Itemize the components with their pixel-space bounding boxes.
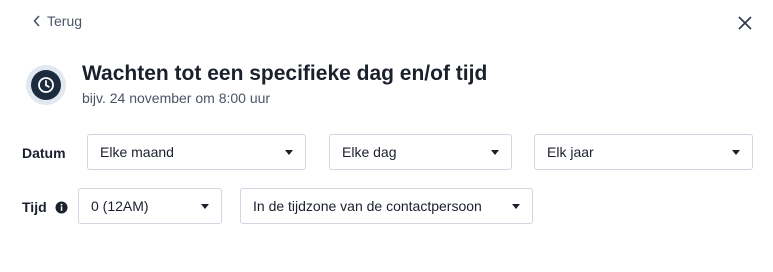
caret-down-icon: [201, 203, 209, 209]
clock-icon-badge: [26, 65, 66, 105]
timezone-select-value: In de tijdzone van de contactpersoon: [253, 198, 482, 214]
hour-select[interactable]: 0 (12AM): [78, 188, 222, 224]
year-select-value: Elk jaar: [547, 144, 594, 160]
close-icon[interactable]: [737, 15, 753, 31]
caret-down-icon: [512, 203, 520, 209]
info-icon[interactable]: [55, 201, 68, 217]
time-label: Tijd: [22, 199, 47, 215]
hour-select-value: 0 (12AM): [91, 198, 149, 214]
caret-down-icon: [285, 149, 293, 155]
back-label: Terug: [47, 13, 83, 29]
timezone-select[interactable]: In de tijdzone van de contactpersoon: [240, 188, 533, 224]
back-link[interactable]: Terug: [33, 13, 82, 29]
page-title: Wachten tot een specifieke dag en/of tij…: [82, 62, 488, 85]
caret-down-icon: [732, 149, 740, 155]
year-select[interactable]: Elk jaar: [534, 134, 753, 170]
month-select[interactable]: Elke maand: [87, 134, 306, 170]
page-subtitle: bijv. 24 november om 8:00 uur: [82, 90, 271, 106]
clock-icon: [31, 70, 61, 100]
caret-down-icon: [491, 149, 499, 155]
day-select[interactable]: Elke dag: [329, 134, 512, 170]
chevron-left-icon: [33, 15, 41, 27]
day-select-value: Elke dag: [342, 144, 397, 160]
time-label-wrap: Tijd: [22, 199, 68, 217]
date-label: Datum: [22, 145, 66, 161]
month-select-value: Elke maand: [100, 144, 174, 160]
